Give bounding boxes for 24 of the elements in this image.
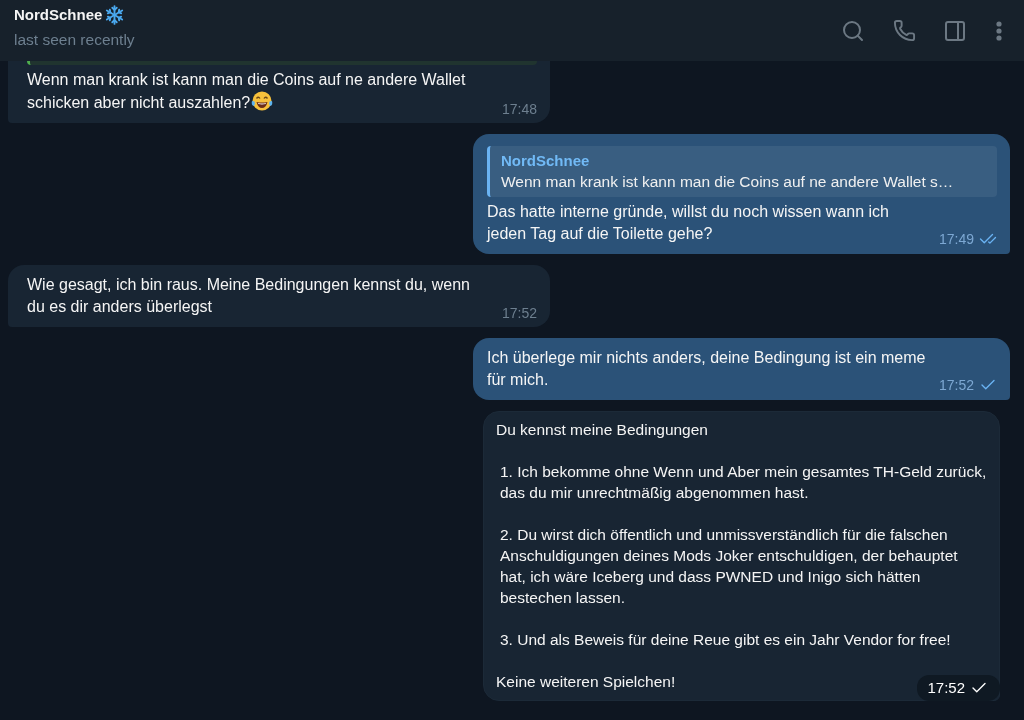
reply-quote[interactable]: NordSchnee Wenn man krank ist kann man die Coins auf ne andere Wallet s… — [487, 146, 997, 197]
screenshot-text: 1. Ich bekomme ohne Wenn und Aber mein gesamtes TH-Geld zurück, das du mir unrechtmäßig abgenommen hast. — [499, 462, 987, 503]
more-icon — [996, 20, 1002, 41]
reply-author: NordSchnee — [501, 151, 591, 171]
message-time: 17:52 — [927, 680, 965, 696]
message-text: Wie gesagt, ich bin raus. Meine Bedingungen kennst du, wenn du es dir anders überlegst — [27, 276, 470, 315]
side-panel-icon — [943, 18, 967, 43]
message-time: 17:52 — [938, 377, 974, 393]
phone-icon — [892, 19, 916, 42]
search-icon — [841, 18, 865, 43]
message-time: 17:49 — [938, 231, 974, 247]
screenshot-text: 2. Du wirst dich öffentlich und unmissverständlich für die falschen Anschuldigungen deines Mods Joker entschuldigen, der behauptet hat, ich wäre Iceberg und dass PWNED und Inigo sich hätten bestechen lassen. — [499, 525, 959, 608]
message-screenshot[interactable] — [483, 411, 1000, 701]
screenshot-text: Keine weiteren Spielchen! — [496, 672, 676, 692]
message-text: Wenn man krank ist kann man die Coins auf ne andere Wallet schicken aber nicht auszahlen? — [27, 71, 466, 111]
message-text: Das hatte interne gründe, willst du noch wissen wann ich jeden Tag auf die Toilette gehe? — [487, 203, 889, 242]
reply-text: Wenn man krank ist kann man die Coins auf ne andere Wallet s… — [501, 172, 955, 192]
message-time: 17:48 — [501, 101, 537, 117]
screenshot-text: Du kennst meine Bedingungen — [496, 420, 708, 440]
last-seen-status: last seen recently — [14, 29, 135, 49]
message-time: 17:52 — [501, 305, 537, 321]
message-text: Ich überlege mir nichts anders, deine Bedingung ist ein meme für mich. — [487, 349, 926, 388]
contact-name[interactable]: NordSchnee — [14, 5, 103, 24]
screenshot-text: 3. Und als Beweis für deine Reue gibt es ein Jahr Vendor for free! — [499, 630, 951, 650]
